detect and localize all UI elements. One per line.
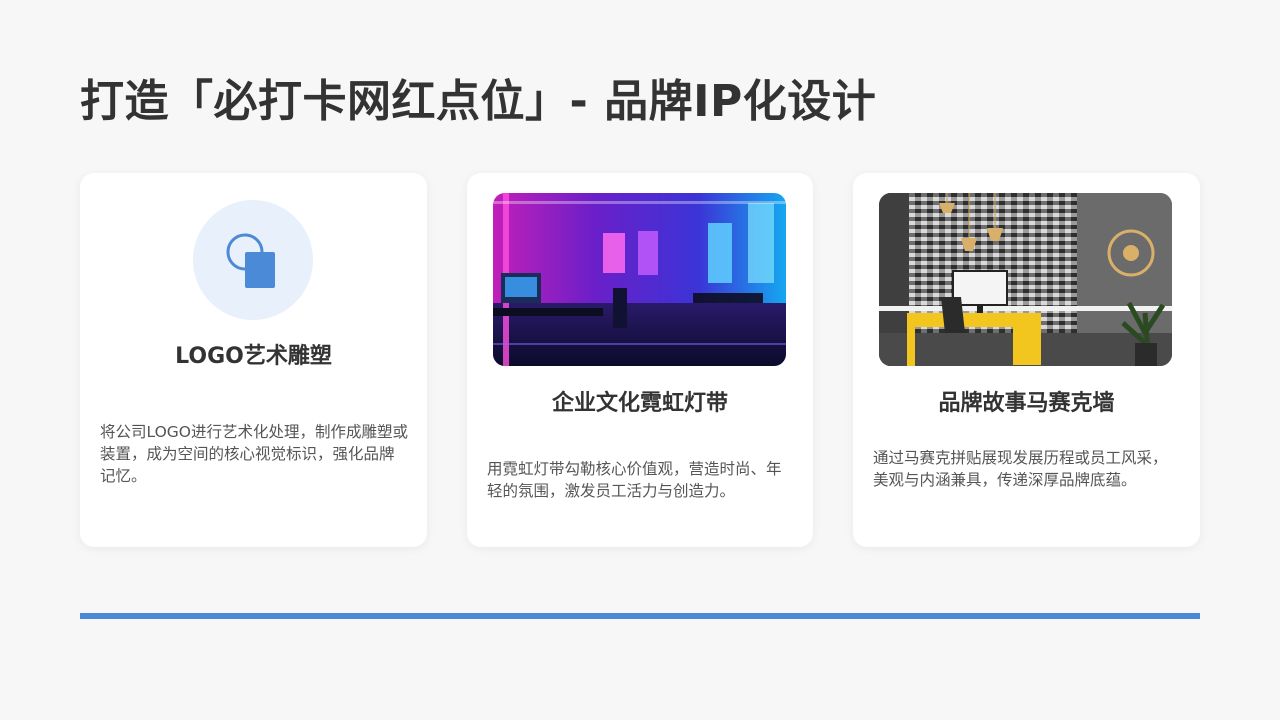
- page-title: 打造「必打卡网红点位」- 品牌IP化设计: [80, 76, 877, 127]
- mosaic-wall-image: [879, 193, 1172, 366]
- neon-office-image: [493, 193, 786, 366]
- shapes-icon: [226, 233, 275, 288]
- card-title: LOGO艺术雕塑: [175, 344, 332, 369]
- card-neon-culture: 企业文化霓虹灯带 用霓虹灯带勾勒核心价值观，营造时尚、年轻的氛围，激发员工活力与…: [467, 173, 813, 547]
- card-mosaic-wall: 品牌故事马赛克墙 通过马赛克拼贴展现发展历程或员工风采，美观与内涵兼具，传递深厚…: [853, 173, 1200, 547]
- accent-divider: [80, 613, 1200, 619]
- card-description: 用霓虹灯带勾勒核心价值观，营造时尚、年轻的氛围，激发员工活力与创造力。: [487, 460, 782, 500]
- card-description: 通过马赛克拼贴展现发展历程或员工风采，美观与内涵兼具，传递深厚品牌底蕴。: [873, 449, 1168, 489]
- icon-circle: [193, 200, 313, 320]
- card-title: 品牌故事马赛克墙: [938, 391, 1115, 416]
- card-title: 企业文化霓虹灯带: [551, 391, 728, 416]
- card-description: 将公司LOGO进行艺术化处理，制作成雕塑或装置，成为空间的核心视觉标识，强化品牌…: [100, 423, 408, 485]
- card-logo-sculpture: LOGO艺术雕塑 将公司LOGO进行艺术化处理，制作成雕塑或装置，成为空间的核心…: [80, 173, 427, 547]
